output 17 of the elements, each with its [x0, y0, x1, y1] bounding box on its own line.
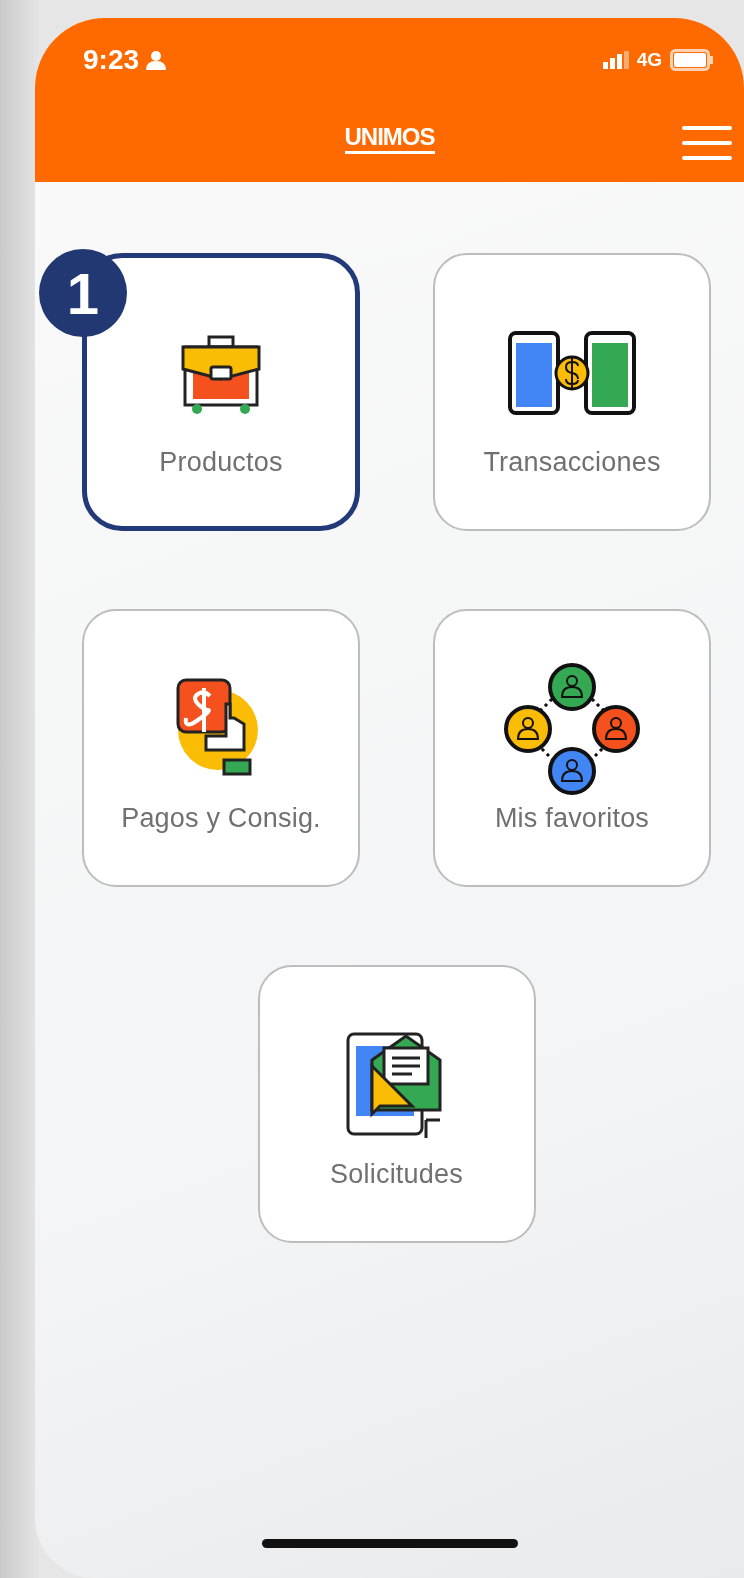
app-logo: UNIMOS: [344, 124, 435, 154]
menu-tile[interactable]: Transacciones: [433, 253, 711, 531]
menu-tile[interactable]: Pagos y Consig.: [82, 609, 360, 887]
person-icon: [145, 49, 168, 71]
battery-icon: [670, 49, 714, 71]
network-type: 4G: [636, 49, 662, 71]
tile-label: Productos: [159, 446, 283, 478]
status-time: 9:23: [83, 44, 140, 76]
menu-tile[interactable]: Mis favoritos: [433, 609, 711, 887]
tile-label: Transacciones: [483, 446, 661, 478]
menu-icon[interactable]: [682, 126, 732, 160]
signal-icon: [602, 51, 629, 69]
tile-label: Solicitudes: [330, 1158, 463, 1190]
tile-label: Pagos y Consig.: [121, 802, 321, 834]
menu-tile[interactable]: Solicitudes: [257, 965, 536, 1243]
tile-label: Mis favoritos: [494, 802, 650, 834]
step-number-badge: 1: [39, 249, 127, 337]
